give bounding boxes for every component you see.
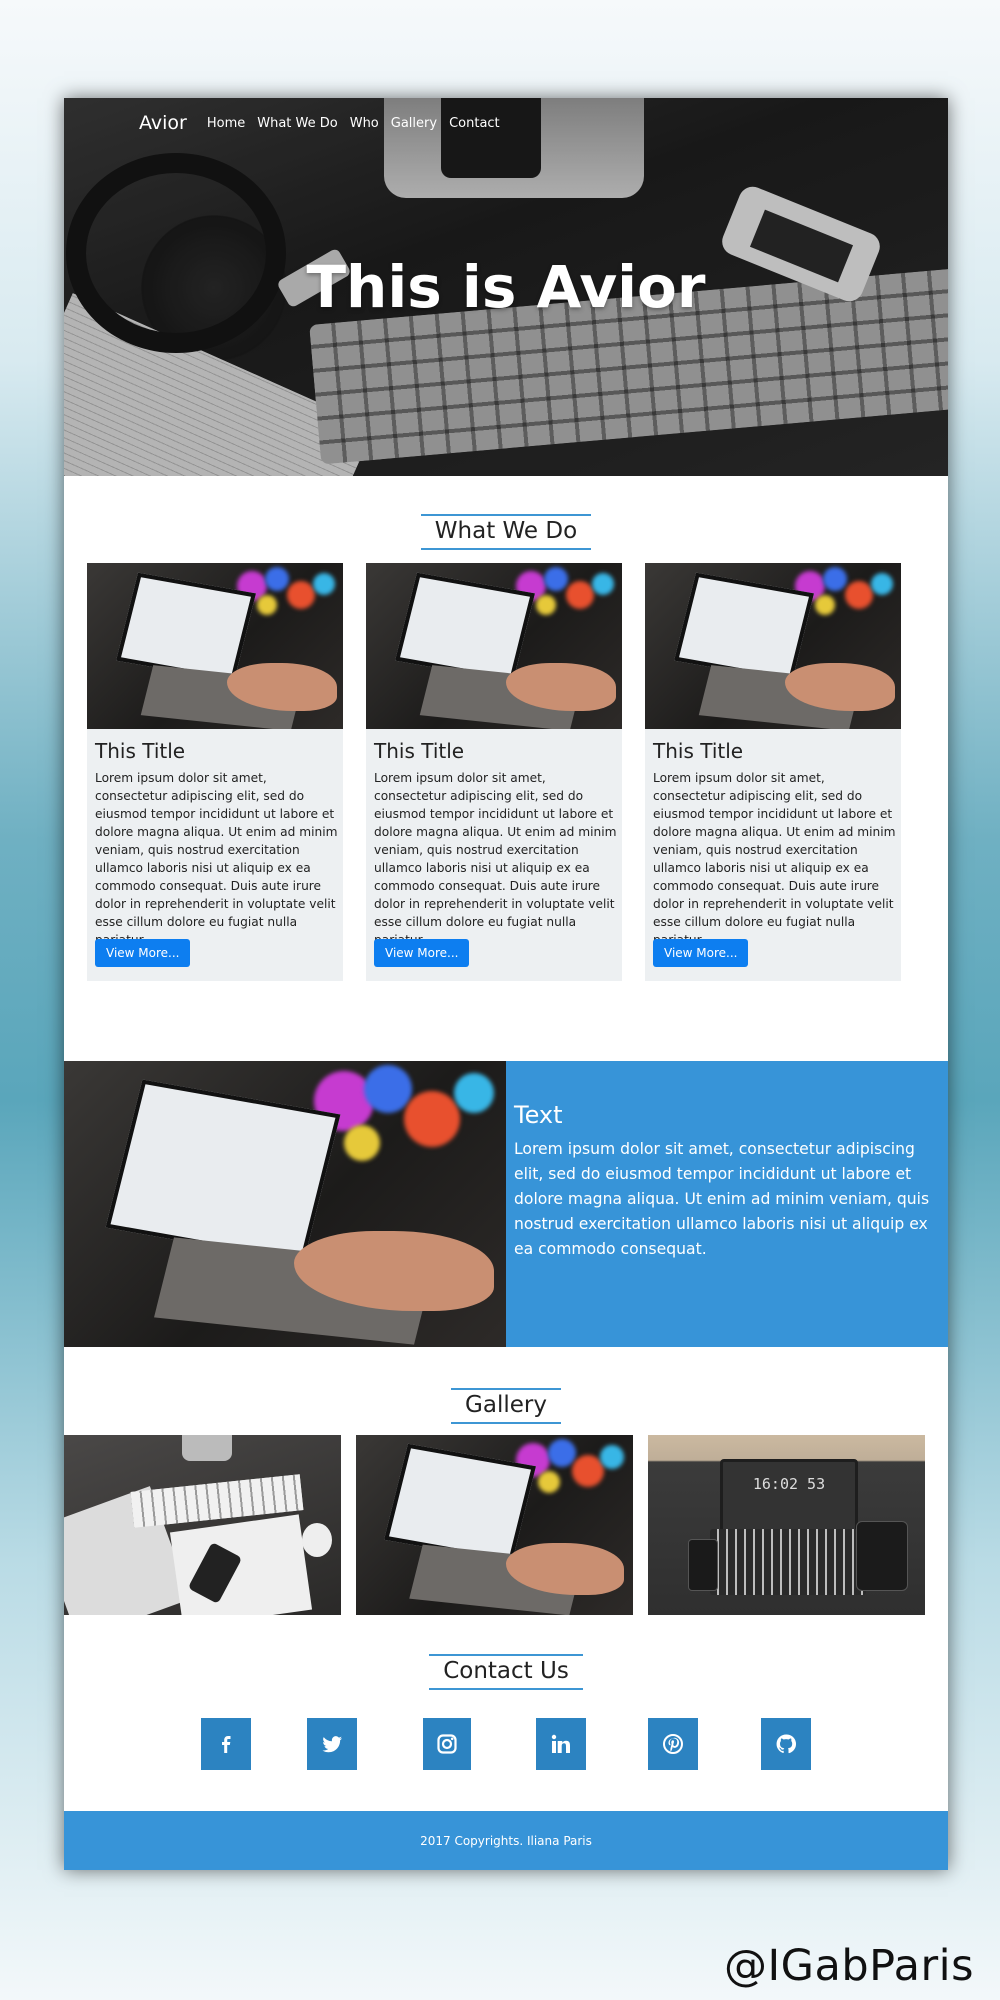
- card-image: [87, 563, 343, 729]
- watermark-handle: @IGabParis: [724, 1941, 975, 1991]
- card-text: Lorem ipsum dolor sit amet, consectetur …: [95, 771, 338, 947]
- gallery-image-desk[interactable]: [64, 1435, 341, 1615]
- view-more-button[interactable]: View More...: [95, 939, 191, 967]
- twitter-icon: [322, 1736, 342, 1753]
- feature-image: [64, 1061, 506, 1347]
- gallery-title: Gallery: [451, 1388, 561, 1424]
- nav-link-contact[interactable]: Contact: [449, 116, 500, 131]
- what-we-do-title: What We Do: [420, 514, 592, 550]
- service-card: This Title Lorem ipsum dolor sit amet, c…: [87, 563, 343, 981]
- gallery-heading: Gallery: [64, 1388, 948, 1424]
- card-title: This Title: [374, 739, 465, 763]
- hero-title: This is Avior: [306, 253, 706, 321]
- linkedin-button[interactable]: [536, 1718, 586, 1770]
- nav-link-what-we-do[interactable]: What We Do: [257, 116, 337, 131]
- hero-section: Avior Home What We Do Who Gallery Contac…: [64, 98, 948, 476]
- feature-text: Lorem ipsum dolor sit amet, consectetur …: [514, 1140, 930, 1258]
- gallery-image-laptop[interactable]: [356, 1435, 633, 1615]
- github-icon: [776, 1734, 797, 1754]
- linkedin-icon: [551, 1734, 570, 1753]
- brand-logo[interactable]: Avior: [139, 112, 187, 134]
- github-button[interactable]: [761, 1718, 811, 1770]
- footer: 2017 Copyrights. Iliana Paris: [64, 1811, 948, 1870]
- feature-title: Text: [514, 1101, 563, 1129]
- what-we-do-heading: What We Do: [64, 514, 948, 550]
- pinterest-icon: [663, 1734, 683, 1754]
- contact-title: Contact Us: [429, 1654, 583, 1690]
- card-image: [645, 563, 901, 729]
- gallery-image-macbook[interactable]: 16:02 53: [648, 1435, 925, 1615]
- nav-link-home[interactable]: Home: [207, 116, 245, 131]
- view-more-button[interactable]: View More...: [653, 939, 749, 967]
- card-image: [366, 563, 622, 729]
- feature-text-panel: Text Lorem ipsum dolor sit amet, consect…: [506, 1061, 948, 1347]
- instagram-icon: [437, 1734, 457, 1754]
- twitter-button[interactable]: [307, 1718, 357, 1770]
- card-title: This Title: [95, 739, 186, 763]
- contact-heading: Contact Us: [64, 1654, 948, 1690]
- card-title: This Title: [653, 739, 744, 763]
- laptop-clock-text: 16:02 53: [752, 1475, 826, 1493]
- service-card: This Title Lorem ipsum dolor sit amet, c…: [366, 563, 622, 981]
- service-card: This Title Lorem ipsum dolor sit amet, c…: [645, 563, 901, 981]
- website-page: Avior Home What We Do Who Gallery Contac…: [64, 98, 948, 1870]
- view-more-button[interactable]: View More...: [374, 939, 470, 967]
- navbar: Avior Home What We Do Who Gallery Contac…: [139, 108, 512, 138]
- facebook-button[interactable]: [201, 1718, 251, 1770]
- pinterest-button[interactable]: [648, 1718, 698, 1770]
- nav-link-gallery[interactable]: Gallery: [391, 116, 437, 131]
- footer-copyright: 2017 Copyrights. Iliana Paris: [420, 1833, 592, 1848]
- instagram-button[interactable]: [423, 1718, 471, 1770]
- card-text: Lorem ipsum dolor sit amet, consectetur …: [374, 771, 617, 947]
- nav-link-who[interactable]: Who: [350, 116, 379, 131]
- feature-section: Text Lorem ipsum dolor sit amet, consect…: [64, 1061, 948, 1347]
- card-text: Lorem ipsum dolor sit amet, consectetur …: [653, 771, 896, 947]
- facebook-icon: [222, 1736, 231, 1753]
